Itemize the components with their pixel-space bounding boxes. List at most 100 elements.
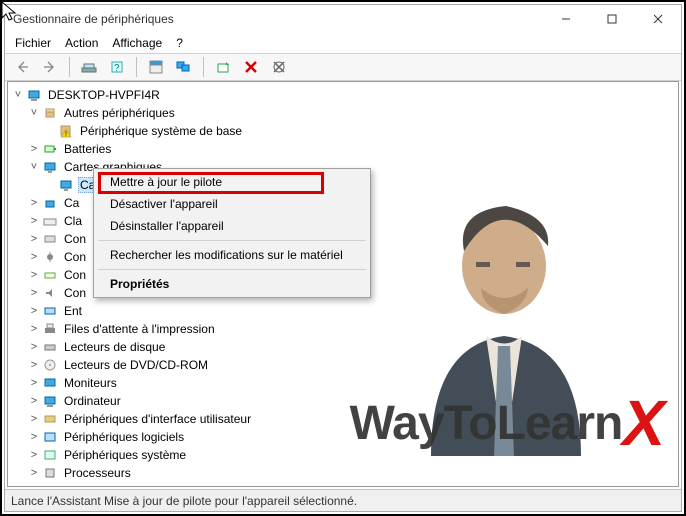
tree-category[interactable]: ˃ Ent	[28, 302, 678, 320]
tree-category-computer[interactable]: ˃ Ordinateur	[28, 392, 678, 410]
chevron-down-icon[interactable]: ˅	[28, 161, 40, 173]
tree-category-batteries[interactable]: ˃ Batteries	[28, 140, 678, 158]
tree-category-disk-drives[interactable]: ˃Lecteurs de disque	[28, 338, 678, 356]
chevron-right-icon[interactable]: ˃	[28, 197, 40, 209]
tree-category-dvd[interactable]: ˃ Lecteurs de DVD/CD-ROM	[28, 356, 678, 374]
tree-label: Souris et autres périphériques de pointa…	[62, 484, 292, 487]
menu-view[interactable]: Affichage	[112, 36, 162, 50]
chevron-right-icon[interactable]: ˃	[28, 269, 40, 281]
software-device-icon	[42, 429, 58, 445]
chevron-right-icon[interactable]: ˃	[28, 485, 40, 487]
chevron-right-icon[interactable]: ˃	[28, 251, 40, 263]
tree-label: Ca	[62, 196, 81, 210]
input-output-icon	[42, 303, 58, 319]
audio-icon	[42, 285, 58, 301]
tree-label: Autres périphériques	[62, 106, 177, 120]
display-adapter-icon	[58, 177, 74, 193]
forward-button[interactable]	[39, 56, 61, 78]
tree-label: Con	[62, 250, 88, 264]
chevron-right-icon[interactable]: ˃	[28, 341, 40, 353]
tree-label: Con	[62, 268, 88, 282]
tree-label: Con	[62, 286, 88, 300]
toolbar-scan-hardware-button[interactable]	[212, 56, 234, 78]
maximize-button[interactable]	[589, 5, 635, 33]
toolbar-monitors-button[interactable]	[173, 56, 195, 78]
context-scan-hardware[interactable]: Rechercher les modifications sur le maté…	[96, 244, 368, 266]
chevron-right-icon[interactable]: ˃	[28, 143, 40, 155]
back-button[interactable]	[11, 56, 33, 78]
tree-root[interactable]: ˅ DESKTOP-HVPFI4R	[12, 86, 678, 104]
tree-category-print-queues[interactable]: ˃ Files d'attente à l'impression	[28, 320, 678, 338]
tree-item-unknown-device[interactable]: ! Périphérique système de base	[44, 122, 678, 140]
svg-text:?: ?	[114, 63, 120, 74]
keyboard-icon	[42, 213, 58, 229]
context-disable-device[interactable]: Désactiver l'appareil	[96, 193, 368, 215]
context-uninstall-device[interactable]: Désinstaller l'appareil	[96, 215, 368, 237]
chevron-right-icon[interactable]: ˃	[28, 467, 40, 479]
storage-controller-icon	[42, 267, 58, 283]
tree-category-processors[interactable]: ˃Processeurs	[28, 464, 678, 482]
usb-icon	[42, 249, 58, 265]
toolbar-properties-button[interactable]	[145, 56, 167, 78]
menu-file[interactable]: Fichier	[15, 36, 51, 50]
tree-category-mice[interactable]: ˃ Souris et autres périphériques de point…	[28, 482, 678, 487]
dvd-icon	[42, 357, 58, 373]
chevron-right-icon[interactable]: ˃	[28, 449, 40, 461]
title-text: Gestionnaire de périphériques	[13, 12, 174, 26]
other-devices-icon	[42, 105, 58, 121]
statusbar: Lance l'Assistant Mise à jour de pilote …	[5, 489, 681, 511]
tree-category-software[interactable]: ˃Périphériques logiciels	[28, 428, 678, 446]
mouse-icon	[42, 483, 58, 487]
toolbar-show-hidden-button[interactable]	[78, 56, 100, 78]
toolbar: ?	[5, 53, 681, 81]
chevron-right-icon[interactable]: ˃	[28, 215, 40, 227]
chevron-down-icon[interactable]: ˅	[28, 107, 40, 119]
chevron-right-icon[interactable]: ˃	[28, 377, 40, 389]
tree-label: Ent	[62, 304, 84, 318]
tree-category-other[interactable]: ˅ Autres périphériques	[28, 104, 678, 122]
warning-device-icon: !	[58, 123, 74, 139]
tree-label: Lecteurs de DVD/CD-ROM	[62, 358, 210, 372]
statusbar-text: Lance l'Assistant Mise à jour de pilote …	[11, 494, 357, 508]
chevron-right-icon[interactable]: ˃	[28, 305, 40, 317]
monitor-icon	[42, 375, 58, 391]
tree-category-hid[interactable]: ˃ Périphériques d'interface utilisateur	[28, 410, 678, 428]
close-button[interactable]	[635, 5, 681, 33]
cursor-icon	[0, 0, 20, 22]
context-properties[interactable]: Propriétés	[96, 273, 368, 295]
chevron-right-icon[interactable]: ˃	[28, 359, 40, 371]
system-device-icon	[42, 447, 58, 463]
tree-label: Moniteurs	[62, 376, 119, 390]
controller-icon	[42, 231, 58, 247]
tree-label: Files d'attente à l'impression	[62, 322, 217, 336]
menu-help[interactable]: ?	[176, 36, 183, 50]
minimize-button[interactable]	[543, 5, 589, 33]
tree-label: Ordinateur	[62, 394, 123, 408]
menu-separator	[98, 269, 366, 270]
chevron-right-icon[interactable]: ˃	[28, 395, 40, 407]
tree-category-system[interactable]: ˃ Périphériques système	[28, 446, 678, 464]
tree-category-monitors[interactable]: ˃ Moniteurs	[28, 374, 678, 392]
chevron-right-icon[interactable]: ˃	[28, 323, 40, 335]
toolbar-uninstall-button[interactable]	[240, 56, 262, 78]
computer-icon	[26, 87, 42, 103]
tree-label: DESKTOP-HVPFI4R	[46, 88, 162, 102]
tree-label: Périphériques système	[62, 448, 188, 462]
battery-icon	[42, 141, 58, 157]
toolbar-help-button[interactable]: ?	[106, 56, 128, 78]
tree-label: Périphériques d'interface utilisateur	[62, 412, 253, 426]
tree-label: Con	[62, 232, 88, 246]
chevron-right-icon[interactable]: ˃	[28, 413, 40, 425]
tree-label: Batteries	[62, 142, 113, 156]
menu-action[interactable]: Action	[65, 36, 98, 50]
toolbar-disable-button[interactable]	[268, 56, 290, 78]
highlight-box	[98, 172, 324, 194]
cpu-icon	[42, 465, 58, 481]
network-icon	[42, 195, 58, 211]
chevron-down-icon[interactable]: ˅	[12, 89, 24, 101]
printer-icon	[42, 321, 58, 337]
chevron-right-icon[interactable]: ˃	[28, 431, 40, 443]
chevron-right-icon[interactable]: ˃	[28, 287, 40, 299]
tree-label: Périphérique système de base	[78, 124, 244, 138]
chevron-right-icon[interactable]: ˃	[28, 233, 40, 245]
